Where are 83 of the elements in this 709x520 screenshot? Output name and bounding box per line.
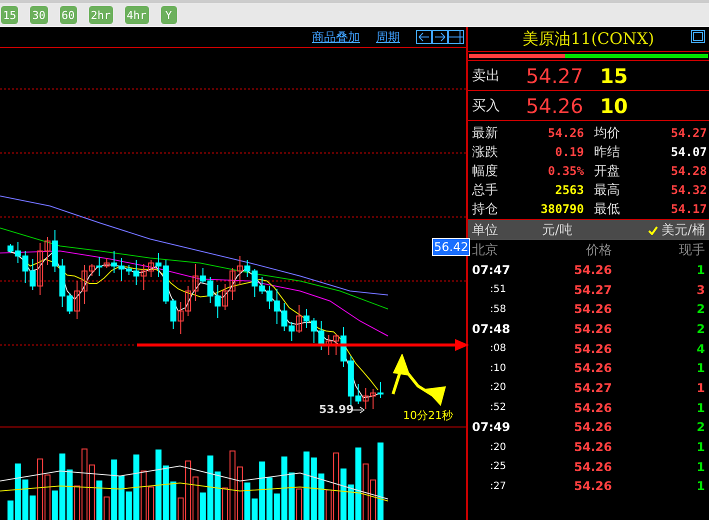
buy-price: 54.26 [526, 94, 584, 118]
period-link[interactable]: 周期 [376, 28, 400, 46]
trade-price: 54.26 [573, 400, 612, 415]
low-price-label: 53.99 [319, 403, 354, 416]
trade-volume: 3 [696, 282, 705, 297]
stat-value: 54.27 [670, 126, 707, 140]
trade-volume: 1 [696, 262, 705, 277]
stat-value: 0.19 [554, 144, 584, 158]
countdown-label: 10分21秒 [403, 408, 453, 423]
trade-volume: 1 [696, 400, 705, 415]
trade-time: 07:48 [472, 322, 512, 336]
timeframe-button[interactable]: 15 [1, 6, 18, 24]
trade-price: 54.27 [573, 282, 612, 297]
trade-volume: 1 [696, 479, 705, 494]
instrument-title: 美原油11(CONX) [522, 28, 654, 50]
price-tag: 56.42 [432, 238, 470, 256]
trade-time: :52 [489, 402, 508, 414]
stat-label: 昨结 [593, 144, 621, 160]
stat-value: 54.28 [670, 164, 707, 178]
trade-price: 54.26 [573, 262, 612, 277]
trade-price: 54.26 [573, 420, 612, 434]
sell-price: 54.27 [526, 64, 584, 88]
trade-price: 54.26 [573, 479, 612, 494]
stat-label: 总手 [472, 182, 499, 198]
stat-value: 0.35% [546, 164, 584, 178]
stat-label: 最新 [472, 124, 499, 142]
stat-value: 2563 [554, 182, 584, 196]
stat-value: 380790 [540, 202, 584, 216]
timeframe-button[interactable]: Y [160, 6, 176, 24]
trade-price: 54.26 [573, 361, 612, 376]
stat-value: 54.32 [670, 182, 707, 196]
column-header: 价格 [585, 242, 612, 259]
trade-volume: 1 [696, 361, 705, 376]
stat-value: 54.07 [670, 144, 707, 158]
trade-time: :51 [489, 284, 508, 296]
trade-volume: 1 [696, 440, 705, 454]
trade-volume: 4 [696, 342, 705, 356]
sell-label: 卖出 [472, 66, 501, 84]
overlay-link[interactable]: 商品叠加 [312, 28, 360, 46]
trade-volume: 1 [696, 380, 705, 395]
unit-option[interactable]: 元/吨 [542, 221, 572, 239]
navigation-icon[interactable] [416, 30, 464, 44]
trade-time: :20 [489, 442, 508, 453]
sell-volume: 15 [600, 64, 628, 88]
column-header: 现手 [678, 242, 705, 259]
trade-volume: 2 [696, 302, 705, 316]
stat-label: 开盘 [593, 162, 621, 180]
stat-label: 最高 [593, 182, 621, 198]
trade-price: 54.26 [573, 342, 612, 356]
trade-volume: 1 [696, 460, 705, 474]
trade-price: 54.26 [573, 440, 612, 454]
timeframe-button[interactable]: 4hr [124, 6, 148, 24]
arrow-icon [352, 406, 366, 414]
unit-label: 单位 [472, 222, 499, 239]
buy-volume: 10 [600, 94, 628, 118]
unit-option[interactable]: 美元/桶 [662, 221, 705, 239]
trade-volume: 2 [696, 322, 705, 336]
column-header: 北京 [472, 242, 499, 259]
stat-label: 均价 [593, 124, 621, 142]
buy-label: 买入 [472, 96, 501, 114]
trade-volume: 2 [696, 420, 705, 434]
timeframe-button[interactable]: 30 [30, 6, 48, 24]
timeframe-button[interactable]: 2hr [88, 6, 113, 24]
trade-price: 54.27 [573, 380, 612, 395]
trade-time: :20 [489, 382, 508, 394]
stat-label: 最低 [593, 200, 621, 218]
maximize-icon[interactable] [691, 30, 705, 43]
trade-time: 07:47 [472, 262, 512, 277]
trade-time: :25 [489, 461, 508, 472]
stat-label: 持仓 [472, 200, 499, 218]
trade-time: :58 [489, 304, 508, 315]
trade-time: :08 [489, 343, 508, 354]
trade-time: :10 [489, 362, 508, 374]
trade-price: 54.26 [573, 302, 612, 316]
trade-price: 54.26 [573, 460, 612, 474]
trade-price: 54.26 [573, 322, 612, 336]
stat-label: 涨跌 [472, 144, 499, 160]
timeframe-button[interactable]: 60 [60, 6, 77, 24]
stat-label: 幅度 [472, 162, 499, 180]
stat-value: 54.17 [670, 202, 707, 216]
trade-time: :27 [489, 480, 508, 492]
trade-time: 07:49 [472, 420, 512, 434]
stat-value: 54.26 [546, 126, 584, 140]
